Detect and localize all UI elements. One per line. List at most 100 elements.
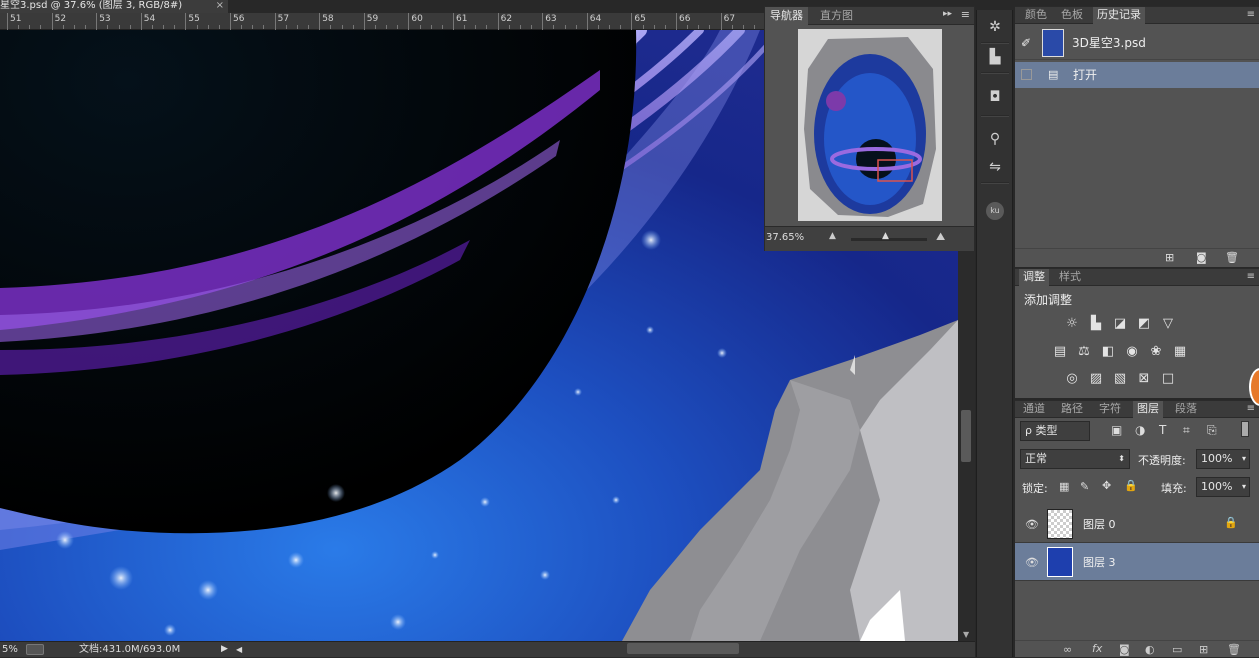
navigator-panel: 导航器 直方图 ▸▸ ≡ 37.65% ▲ ▲ ⛰ (764, 6, 975, 251)
lock-image-icon[interactable]: ✎ (1080, 480, 1089, 493)
levels-icon[interactable]: ▙ (1088, 317, 1104, 331)
channel-mixer-icon[interactable]: ❀ (1148, 345, 1164, 359)
black-white-icon[interactable]: ◧ (1100, 345, 1116, 359)
status-bar: 5% 文档:431.0M/693.0M ▶ ◀ (0, 641, 975, 657)
color-balance-icon[interactable]: ⚖ (1076, 345, 1092, 359)
trash-icon[interactable]: 🗑 (1225, 251, 1239, 264)
tab-history[interactable]: 历史记录 (1093, 7, 1145, 24)
histogram-icon[interactable]: ▙ (983, 46, 1007, 68)
new-layer-icon[interactable]: ⊞ (1199, 643, 1208, 656)
vertical-scroll-thumb[interactable] (961, 410, 971, 462)
layer-name[interactable]: 图层 0 (1083, 516, 1116, 532)
posterize-icon[interactable]: ▨ (1088, 372, 1104, 386)
layer-thumbnail (1047, 547, 1073, 577)
ruler-minor-tick (18, 25, 20, 29)
navigator-zoom-value[interactable]: 37.65% (766, 232, 804, 243)
tab-styles[interactable]: 样式 (1055, 269, 1085, 286)
layer-row-selected[interactable]: 👁 图层 3 (1015, 543, 1259, 581)
collapse-panel-icon[interactable]: ▸▸ (943, 9, 952, 19)
tool-presets-icon[interactable]: ⇋ (983, 156, 1007, 178)
panel-menu-icon[interactable]: ≡ (1247, 9, 1255, 20)
exposure-icon[interactable]: ◩ (1136, 317, 1152, 331)
brush-icon[interactable]: ⚲ (983, 128, 1007, 150)
link-layers-icon[interactable]: ∞ (1063, 643, 1072, 656)
layer-filter-select[interactable]: ρ 类型 (1020, 421, 1090, 441)
shape-filter-icon[interactable]: ⌗ (1183, 423, 1190, 438)
visibility-eye-icon[interactable]: 👁 (1025, 518, 1039, 531)
tab-histogram[interactable]: 直方图 (815, 7, 858, 25)
camera-icon[interactable]: ◙ (1196, 251, 1207, 264)
layer-row[interactable]: 👁 图层 0 🔒 (1015, 505, 1259, 543)
ruler-minor-tick (330, 25, 332, 29)
opacity-input[interactable]: 100% ▾ (1196, 449, 1250, 469)
history-brush-source-icon[interactable]: ✐ (1021, 27, 1031, 60)
fill-label: 填充: (1161, 482, 1187, 495)
adjustment-filter-icon[interactable]: ◑ (1135, 423, 1145, 437)
layer-style-icon[interactable]: fx (1092, 642, 1102, 655)
visibility-eye-icon[interactable]: 👁 (1025, 556, 1039, 569)
selective-color-icon[interactable]: □ (1160, 372, 1176, 386)
history-step-checkbox[interactable] (1021, 69, 1032, 80)
navigator-icon[interactable]: ✲ (983, 16, 1007, 38)
pixel-filter-icon[interactable]: ▣ (1111, 423, 1122, 437)
ruler-minor-tick (519, 25, 521, 29)
curves-icon[interactable]: ◪ (1112, 317, 1128, 331)
tab-character[interactable]: 字符 (1095, 401, 1125, 418)
layer-name[interactable]: 图层 3 (1083, 554, 1116, 570)
navigator-preview[interactable] (798, 29, 942, 221)
history-snapshot[interactable]: ✐ 3D星空3.psd (1015, 27, 1259, 60)
zoom-slider-thumb[interactable]: ▲ (882, 231, 889, 241)
ku-plugin-icon[interactable]: ku (983, 198, 1007, 220)
lock-transparent-icon[interactable]: ▦ (1059, 480, 1069, 493)
tab-color[interactable]: 颜色 (1021, 7, 1051, 24)
ruler-minor-tick (174, 25, 176, 29)
brightness-contrast-icon[interactable]: ☼ (1064, 317, 1080, 331)
tab-paths[interactable]: 路径 (1057, 401, 1087, 418)
tab-paragraph[interactable]: 段落 (1171, 401, 1201, 418)
zoom-level[interactable]: 5% (2, 642, 18, 657)
ruler-minor-tick (464, 25, 466, 29)
ruler-minor-tick (397, 25, 399, 29)
lock-all-icon[interactable]: 🔒 (1124, 479, 1138, 492)
navigator-thumbnail-image (798, 29, 942, 221)
add-mask-icon[interactable]: ◙ (1119, 643, 1130, 656)
panel-menu-icon[interactable]: ≡ (961, 8, 970, 21)
hue-saturation-icon[interactable]: ▤ (1052, 345, 1068, 359)
scroll-down-arrow-icon[interactable]: ▼ (963, 630, 969, 639)
panel-menu-icon[interactable]: ≡ (1247, 403, 1255, 414)
zoom-out-icon[interactable]: ▲ (829, 231, 836, 241)
ruler-minor-tick (163, 25, 165, 29)
blend-mode-select[interactable]: 正常 ⬍ (1020, 449, 1130, 469)
tab-channels[interactable]: 通道 (1019, 401, 1049, 418)
lock-position-icon[interactable]: ✥ (1102, 479, 1111, 492)
fill-input[interactable]: 100% ▾ (1196, 477, 1250, 497)
new-group-icon[interactable]: ▭ (1172, 643, 1182, 656)
gradient-map-icon[interactable]: ⊠ (1136, 372, 1152, 386)
tab-swatches[interactable]: 色板 (1057, 7, 1087, 24)
info-icon[interactable]: ◘ (983, 86, 1007, 108)
invert-icon[interactable]: ◎ (1064, 372, 1080, 386)
vibrance-icon[interactable]: ▽ (1160, 317, 1176, 331)
filter-toggle[interactable] (1241, 421, 1249, 437)
type-filter-icon[interactable]: T (1159, 423, 1166, 437)
smart-object-filter-icon[interactable]: ⎘ (1207, 423, 1217, 438)
color-lookup-icon[interactable]: ▦ (1172, 345, 1188, 359)
zoom-in-icon[interactable]: ⛰ (936, 230, 945, 244)
tab-adjustments[interactable]: 调整 (1019, 269, 1049, 286)
panel-menu-icon[interactable]: ≡ (1247, 271, 1255, 282)
new-document-from-state-icon[interactable]: ⊞ (1165, 251, 1174, 264)
zoom-slider-track[interactable] (851, 238, 927, 241)
new-adjustment-layer-icon[interactable]: ◐ (1145, 643, 1155, 656)
history-step[interactable]: ▤ 打开 (1015, 62, 1259, 88)
horizontal-scroll-thumb[interactable] (627, 643, 739, 654)
close-tab-icon[interactable]: × (216, 0, 224, 12)
delete-layer-icon[interactable]: 🗑 (1227, 643, 1241, 656)
proof-icon[interactable] (26, 644, 44, 655)
photo-filter-icon[interactable]: ◉ (1124, 345, 1140, 359)
document-tab[interactable]: 星空3.psd @ 37.6% (图层 3, RGB/8#) × (0, 0, 228, 13)
tab-navigator[interactable]: 导航器 (765, 7, 808, 25)
scroll-left-arrow-icon[interactable]: ◀ (236, 642, 242, 657)
status-menu-arrow-icon[interactable]: ▶ (221, 642, 228, 657)
tab-layers[interactable]: 图层 (1133, 401, 1163, 418)
threshold-icon[interactable]: ▧ (1112, 372, 1128, 386)
